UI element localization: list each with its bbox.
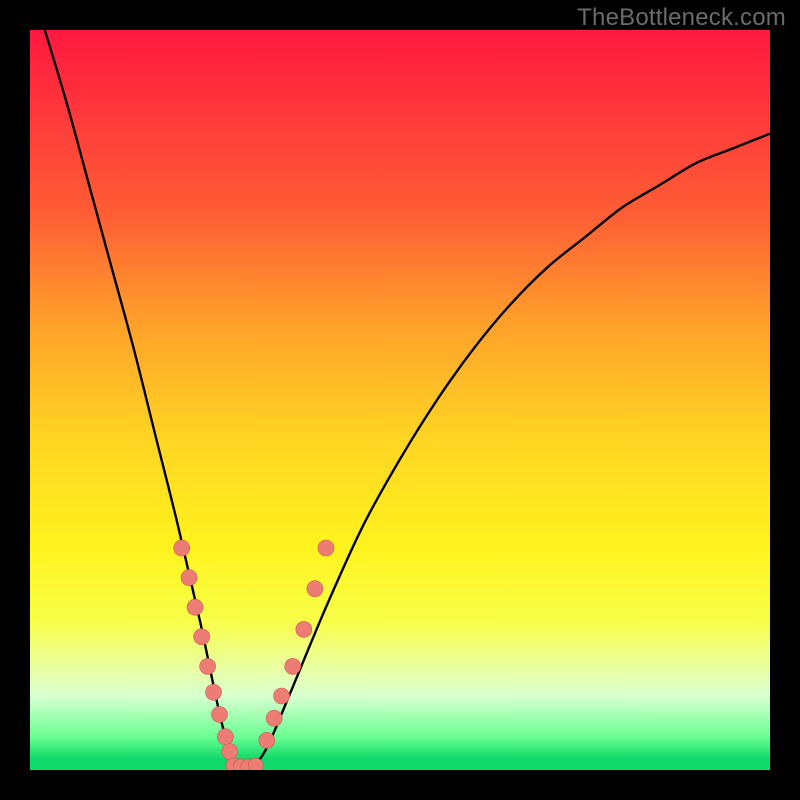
- data-marker: [181, 570, 197, 586]
- bottleneck-curve: [45, 30, 770, 770]
- data-marker: [217, 729, 233, 745]
- data-marker: [222, 744, 238, 760]
- data-marker: [266, 710, 282, 726]
- data-marker: [318, 540, 334, 556]
- data-marker: [194, 629, 210, 645]
- data-marker: [211, 707, 227, 723]
- watermark-text: TheBottleneck.com: [577, 4, 786, 32]
- right-branch-markers: [259, 540, 334, 748]
- data-marker: [274, 688, 290, 704]
- data-marker: [248, 758, 263, 770]
- data-marker: [307, 581, 323, 597]
- chart-frame: TheBottleneck.com: [0, 0, 800, 800]
- data-marker: [200, 658, 216, 674]
- data-marker: [259, 732, 275, 748]
- data-marker: [296, 621, 312, 637]
- data-marker: [187, 599, 203, 615]
- data-marker: [206, 684, 222, 700]
- plot-area: [30, 30, 770, 770]
- data-marker: [285, 658, 301, 674]
- curve-layer: [30, 30, 770, 770]
- floor-markers: [226, 758, 263, 770]
- data-marker: [174, 540, 190, 556]
